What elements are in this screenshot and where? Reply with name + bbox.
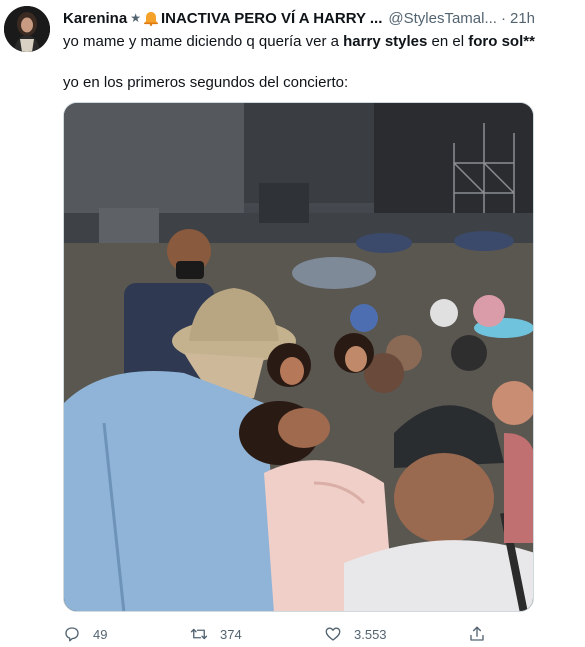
reply-count: 49 <box>93 626 108 642</box>
reply-button[interactable]: 49 <box>63 624 107 644</box>
separator: · <box>500 9 506 27</box>
like-button[interactable]: 3.553 <box>324 624 387 644</box>
star-icon: ★ <box>130 11 141 25</box>
author-handle[interactable]: @StylesTamal... <box>388 10 497 27</box>
tweet-actions: 49 374 3.553 <box>63 624 493 644</box>
retweet-icon <box>190 628 208 640</box>
timestamp[interactable]: 21h <box>510 10 535 27</box>
avatar[interactable] <box>4 6 50 52</box>
text-part: en el <box>427 33 469 50</box>
author-name[interactable]: Karenina <box>63 10 127 27</box>
tweet[interactable]: Karenina ★ INACTIVA PERO VÍ A HARRY ... … <box>0 0 585 647</box>
tweet-text-line-2: yo en los primeros segundos del conciert… <box>63 74 349 91</box>
retweet-count: 374 <box>220 626 242 642</box>
share-icon <box>470 626 484 641</box>
reply-icon <box>65 627 79 642</box>
like-count: 3.553 <box>354 626 387 642</box>
author-display-suffix[interactable]: INACTIVA PERO VÍ A HARRY ... <box>161 10 382 27</box>
tweet-header: Karenina ★ INACTIVA PERO VÍ A HARRY ... … <box>63 8 575 28</box>
text-part: yo mame y mame diciendo q quería ver a <box>63 33 344 50</box>
bell-emoji-icon <box>143 11 159 26</box>
retweet-button[interactable]: 374 <box>190 624 242 644</box>
tweet-photo[interactable] <box>63 102 534 612</box>
text-bold: harry styles <box>343 33 428 50</box>
text-part: ** <box>523 33 535 50</box>
heart-icon <box>325 627 341 641</box>
share-button[interactable] <box>468 624 498 644</box>
tweet-text-line-1: yo mame y mame diciendo q quería ver a h… <box>63 32 535 52</box>
text-bold: foro sol <box>468 33 524 50</box>
